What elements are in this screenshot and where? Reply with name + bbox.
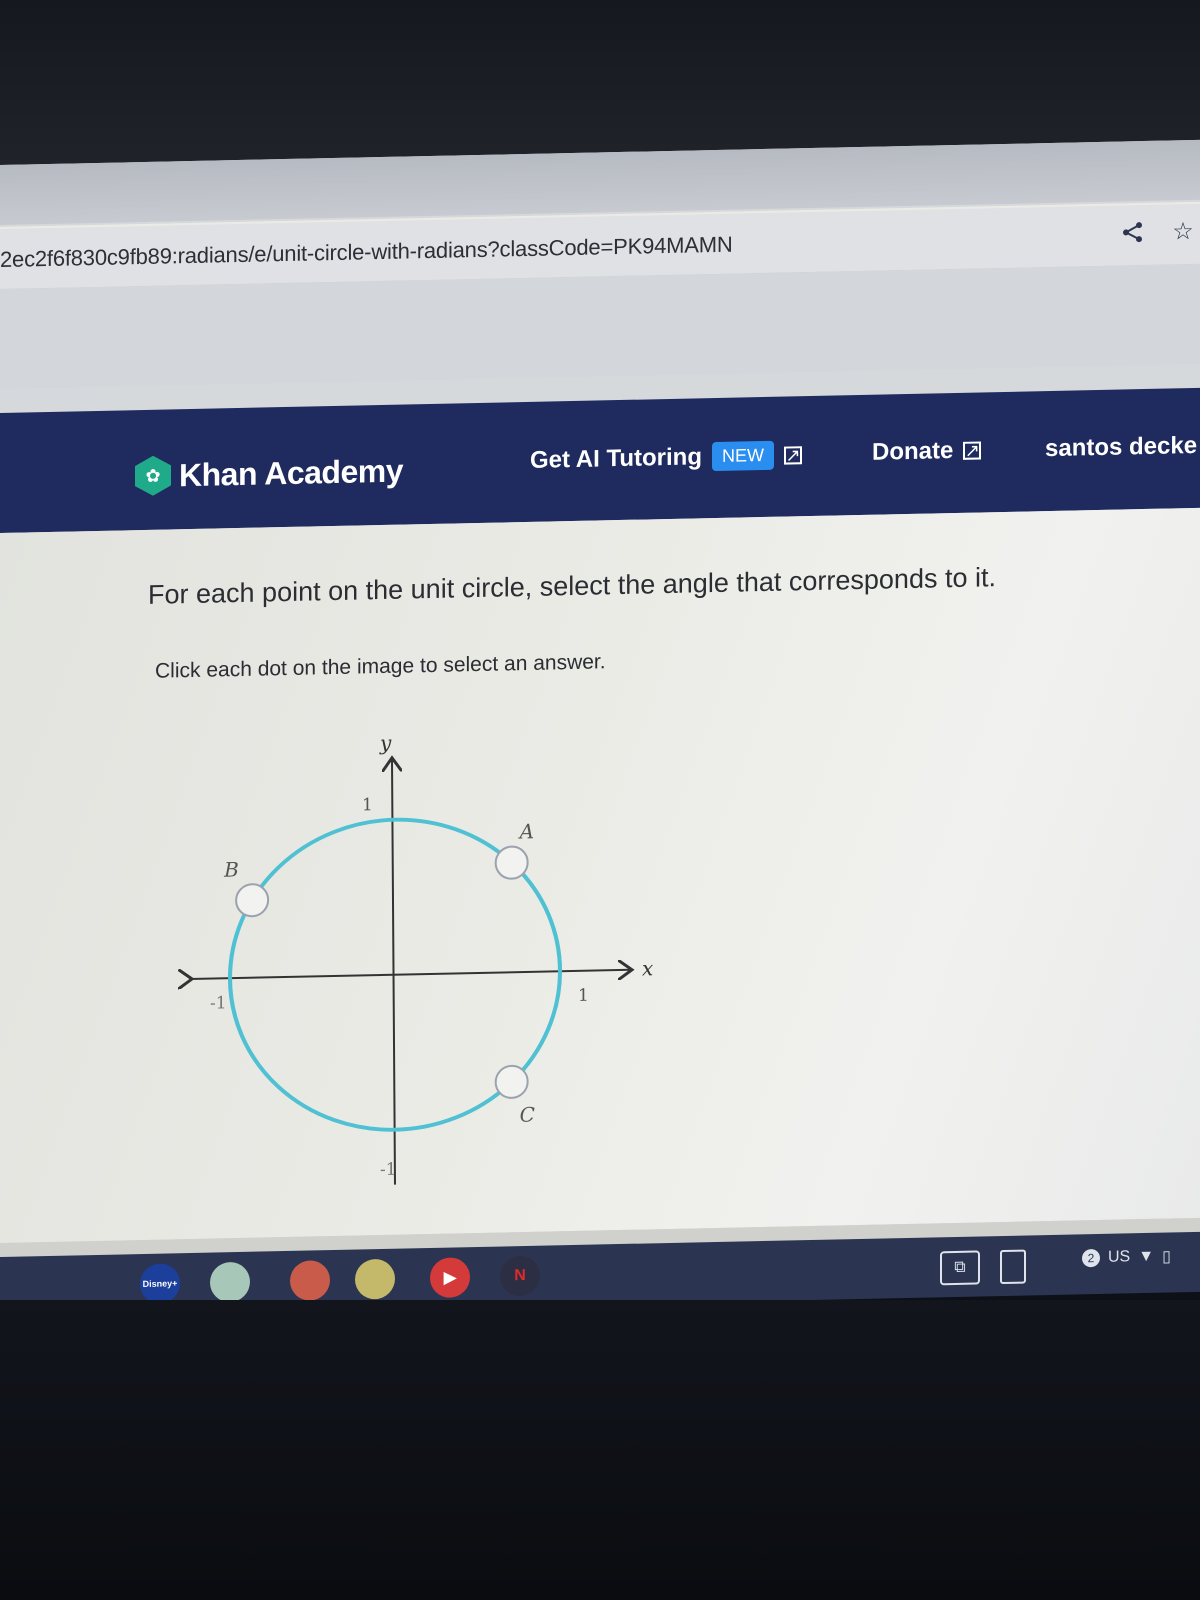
shelf-app-netflix[interactable]: N [500,1255,540,1297]
shelf-app-youtube[interactable]: ▶ [430,1257,470,1298]
url-text[interactable]: 2ec2f6f830c9fb89:radians/e/unit-circle-w… [0,232,733,273]
point-c-dot[interactable] [494,1064,529,1099]
khan-academy-logo[interactable]: ✿ Khan Academy [135,451,403,497]
ai-tutoring-label: Get AI Tutoring [530,442,702,474]
share-icon[interactable] [1118,217,1148,248]
shelf-app-files[interactable] [210,1261,250,1303]
shelf-app-chrome[interactable] [290,1260,330,1301]
external-link-icon: ↗ [963,440,982,461]
notification-count: 2 [1082,1248,1100,1268]
point-a-label: A [518,819,534,843]
x-axis [190,970,630,979]
khan-leaf-icon: ✿ [135,455,171,496]
tick-label-y-neg: -1 [380,1160,397,1180]
get-ai-tutoring-link[interactable]: Get AI Tutoring NEW ↗ [530,440,802,475]
donate-label: Donate [872,437,954,466]
question-prompt: For each point on the unit circle, selec… [148,562,996,610]
y-axis-label: y [379,731,392,755]
donate-link[interactable]: Donate ↗ [872,436,982,466]
point-c-label: C [520,1102,535,1126]
point-b-dot[interactable] [235,883,270,918]
logo-text: Khan Academy [179,452,403,493]
tote-icon[interactable] [1000,1249,1026,1285]
tick-label-x-pos: 1 [578,986,589,1006]
battery-icon: ▯ [1162,1248,1171,1266]
shelf-app-disney[interactable]: Disney+ [140,1263,180,1305]
y-axis [392,760,395,1185]
monitor-bezel-bottom [0,1300,1200,1600]
user-name: santos decke [1045,431,1198,463]
user-menu[interactable]: santos decke [1045,432,1197,463]
screen-capture-icon[interactable]: ⧉ [940,1250,980,1286]
x-axis-label: x [642,956,653,980]
tick-label-y-pos: 1 [362,795,373,815]
new-badge: NEW [711,440,774,472]
tick-label-x-neg: -1 [210,993,227,1013]
shelf-app-photos[interactable] [355,1258,395,1300]
point-a-dot[interactable] [494,845,529,880]
external-link-icon: ↗ [783,444,802,466]
point-b-label: B [223,857,239,881]
status-tray[interactable]: 2 US ▼ ▯ [1082,1246,1171,1268]
wifi-icon: ▼ [1138,1247,1155,1266]
exercise-area: For each point on the unit circle, selec… [0,507,1200,1555]
unit-circle-graph: y x 1 -1 1 -1 A B C [170,731,653,1185]
screen: 2ec2f6f830c9fb89:radians/e/unit-circle-w… [0,139,1200,1555]
question-instruction: Click each dot on the image to select an… [155,650,606,683]
bookmark-star-icon[interactable]: ☆ [1168,216,1198,247]
keyboard-layout: US [1108,1248,1131,1266]
